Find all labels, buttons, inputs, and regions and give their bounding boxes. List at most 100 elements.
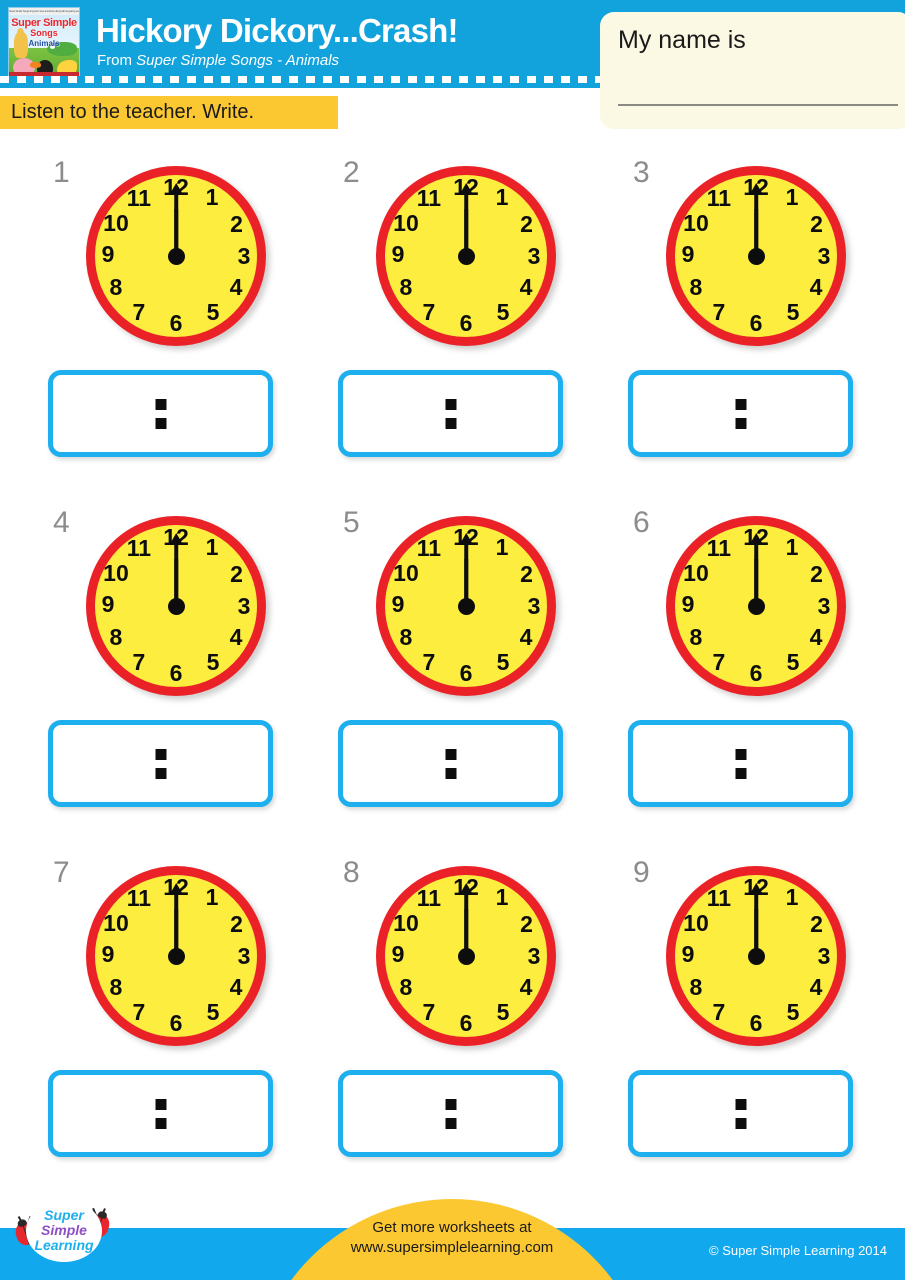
- clock-numeral: 1: [205, 184, 219, 211]
- clock-numeral: 2: [810, 561, 823, 588]
- clock-dial: 123456789101112: [666, 166, 846, 346]
- footer-promo-line2[interactable]: www.supersimplelearning.com: [252, 1238, 652, 1258]
- clock-numeral: 10: [683, 560, 709, 587]
- answer-box[interactable]: [338, 1070, 563, 1157]
- clock-face: 123456789101112: [666, 866, 850, 1050]
- clock-dial: 123456789101112: [86, 866, 266, 1046]
- clock-numeral: 6: [169, 1010, 183, 1036]
- clock-dial: 123456789101112: [376, 166, 556, 346]
- colon-separator: [735, 748, 746, 779]
- clock-center-pin: [457, 247, 475, 265]
- clock-numeral: 4: [809, 623, 823, 650]
- colon-separator: [445, 398, 456, 429]
- clock-numeral: 10: [393, 560, 419, 587]
- colon-dot: [735, 767, 746, 779]
- clock-numeral: 2: [230, 211, 243, 238]
- item-number: 5: [343, 506, 360, 539]
- name-write-line[interactable]: [618, 104, 898, 106]
- clock-numeral: 4: [229, 273, 243, 300]
- clock-numeral: 4: [519, 973, 533, 1000]
- item-number: 6: [633, 506, 650, 539]
- clock-numeral: 10: [103, 910, 129, 937]
- answer-box[interactable]: [48, 720, 273, 807]
- answer-box[interactable]: [48, 1070, 273, 1157]
- colon-separator: [735, 1098, 746, 1129]
- colon-dot: [445, 1098, 456, 1110]
- name-box[interactable]: My name is: [600, 12, 905, 129]
- clock-numeral: 6: [459, 310, 473, 336]
- item-number: 2: [343, 156, 360, 189]
- answer-box[interactable]: [338, 720, 563, 807]
- clock-numeral: 5: [496, 299, 510, 326]
- clock-numeral: 1: [495, 534, 509, 561]
- clock-dial: 123456789101112: [666, 516, 846, 696]
- clock-numeral: 6: [169, 310, 183, 336]
- clock-numeral: 1: [785, 184, 799, 211]
- clock-numeral: 8: [109, 273, 123, 300]
- clock-numeral: 8: [109, 973, 123, 1000]
- colon-dot: [155, 1098, 166, 1110]
- colon-dot: [735, 1098, 746, 1110]
- clock-numeral: 8: [109, 623, 123, 650]
- clock-numeral: 10: [393, 910, 419, 937]
- answer-box[interactable]: [628, 720, 853, 807]
- clock-numeral: 8: [399, 973, 413, 1000]
- clock-dial: 123456789101112: [376, 516, 556, 696]
- colon-dot: [735, 417, 746, 429]
- clock-numeral: 8: [689, 973, 703, 1000]
- clock-numeral: 3: [237, 593, 251, 620]
- album-top-strip: Super Simple Songs sing and move and dan…: [9, 8, 79, 15]
- colon-separator: [735, 398, 746, 429]
- page-title: Hickory Dickory...Crash!: [96, 12, 458, 49]
- colon-dot: [735, 748, 746, 760]
- clock-face: 123456789101112: [376, 166, 560, 350]
- clock-numeral: 2: [520, 911, 533, 938]
- clock-numeral: 9: [101, 940, 115, 967]
- clock-numeral: 2: [520, 561, 533, 588]
- clock-numeral: 9: [681, 240, 695, 267]
- clock-numeral: 5: [786, 649, 800, 676]
- clock-numeral: 1: [205, 884, 219, 911]
- clock-numeral: 11: [416, 884, 442, 911]
- colon-dot: [445, 417, 456, 429]
- clock-numeral: 10: [103, 210, 129, 237]
- answer-box[interactable]: [628, 370, 853, 457]
- answer-box[interactable]: [628, 1070, 853, 1157]
- clock-numeral: 2: [230, 561, 243, 588]
- item-number: 8: [343, 856, 360, 889]
- answer-box[interactable]: [338, 370, 563, 457]
- clock-numeral: 7: [422, 999, 436, 1026]
- clock-numeral: 9: [101, 590, 115, 617]
- clock-numeral: 2: [230, 911, 243, 938]
- copyright-text: © Super Simple Learning 2014: [709, 1243, 887, 1258]
- clock-numeral: 5: [206, 649, 220, 676]
- colon-dot: [445, 748, 456, 760]
- clock-numeral: 3: [817, 943, 831, 970]
- clock-numeral: 4: [519, 623, 533, 650]
- colon-dot: [155, 398, 166, 410]
- clock-numeral: 4: [519, 273, 533, 300]
- clock-numeral: 2: [810, 911, 823, 938]
- clock-numeral: 1: [785, 534, 799, 561]
- clock-numeral: 7: [422, 299, 436, 326]
- clock-numeral: 6: [169, 660, 183, 686]
- answer-box[interactable]: [48, 370, 273, 457]
- clock-numeral: 3: [527, 943, 541, 970]
- clock-face: 123456789101112: [666, 516, 850, 700]
- footer-promo-line1: Get more worksheets at: [372, 1219, 532, 1236]
- colon-separator: [155, 398, 166, 429]
- clock-numeral: 6: [459, 660, 473, 686]
- clock-center-pin: [747, 947, 765, 965]
- clock-numeral: 5: [496, 999, 510, 1026]
- clock-numeral: 3: [527, 593, 541, 620]
- clock-numeral: 8: [689, 273, 703, 300]
- clock-numeral: 9: [391, 240, 405, 267]
- footer-promo-circle: Get more worksheets at www.supersimplele…: [252, 1199, 652, 1280]
- colon-dot: [735, 1117, 746, 1129]
- colon-dot: [445, 398, 456, 410]
- page-subtitle: From Super Simple Songs - Animals: [97, 52, 339, 69]
- colon-separator: [445, 748, 456, 779]
- clock-numeral: 5: [496, 649, 510, 676]
- album-cover-image: Super Simple Songs sing and move and dan…: [8, 7, 80, 79]
- clock-center-pin: [747, 597, 765, 615]
